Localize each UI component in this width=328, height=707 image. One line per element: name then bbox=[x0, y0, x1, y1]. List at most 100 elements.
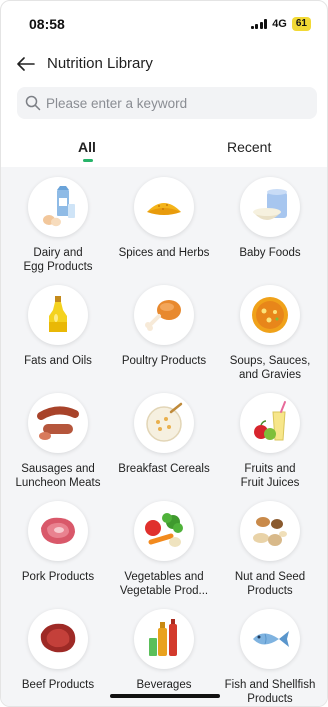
category-label: Fruits and Fruit Juices bbox=[218, 462, 322, 490]
category-icon-container bbox=[28, 285, 88, 345]
category-soups-sauces-gravies[interactable]: Soups, Sauces, and Gravies bbox=[217, 285, 323, 393]
category-label: Beef Products bbox=[6, 678, 110, 692]
category-grid: Dairy and Egg Products Spices and Herbs bbox=[5, 177, 323, 706]
category-icon-container bbox=[134, 609, 194, 669]
category-icon-container bbox=[240, 177, 300, 237]
category-icon-container bbox=[28, 393, 88, 453]
category-label: Spices and Herbs bbox=[112, 246, 216, 260]
oil-bottle-icon bbox=[49, 296, 67, 332]
category-list: Dairy and Egg Products Spices and Herbs bbox=[1, 167, 327, 706]
signal-icon bbox=[250, 19, 268, 29]
category-baby-foods[interactable]: Baby Foods bbox=[217, 177, 323, 285]
category-label-line-2: Fruit Juices bbox=[240, 477, 300, 489]
category-poultry-products[interactable]: Poultry Products bbox=[111, 285, 217, 393]
category-label-line-1: Fruits and bbox=[244, 463, 296, 475]
drumstick-icon bbox=[145, 300, 181, 331]
search-input[interactable] bbox=[46, 95, 296, 111]
arrow-left-icon bbox=[17, 57, 35, 71]
sausage-icon bbox=[37, 406, 79, 440]
header: Nutrition Library bbox=[1, 51, 327, 77]
category-label-line-2: Egg Products bbox=[23, 261, 93, 273]
status-time: 08:58 bbox=[29, 16, 65, 32]
category-label-line-2: Products bbox=[247, 585, 293, 597]
category-label-line-2: and Gravies bbox=[238, 369, 301, 381]
category-icon-container bbox=[28, 609, 88, 669]
category-sausages-luncheon-meats[interactable]: Sausages and Luncheon Meats bbox=[5, 393, 111, 501]
category-beef-products[interactable]: Beef Products bbox=[5, 609, 111, 706]
vegetables-icon bbox=[145, 513, 183, 547]
fruit-juice-icon bbox=[254, 401, 286, 441]
category-icon-container bbox=[134, 393, 194, 453]
phone-screen: 08:58 4G 61 Nutrition Library All Rec bbox=[0, 0, 328, 707]
soup-bowl-icon bbox=[252, 297, 288, 333]
category-label-line-1: Breakfast Cereals bbox=[118, 463, 210, 475]
category-beverages[interactable]: Beverages bbox=[111, 609, 217, 706]
category-label: Soups, Sauces, and Gravies bbox=[218, 354, 322, 382]
tab-bar: All Recent bbox=[1, 133, 327, 167]
category-icon-container bbox=[240, 501, 300, 561]
category-label: Fish and Shellfish Products bbox=[218, 678, 322, 706]
category-label-line-1: Soups, Sauces, bbox=[229, 355, 311, 367]
category-icon-container bbox=[28, 501, 88, 561]
tab-all[interactable]: All bbox=[78, 139, 96, 155]
category-label-line-1: Dairy and bbox=[33, 247, 83, 259]
status-indicators: 4G 61 bbox=[250, 17, 311, 31]
category-pork-products[interactable]: Pork Products bbox=[5, 501, 111, 609]
category-icon-container bbox=[134, 177, 194, 237]
category-label: Pork Products bbox=[6, 570, 110, 584]
category-icon-container bbox=[240, 609, 300, 669]
nuts-icon bbox=[253, 517, 287, 546]
category-label: Poultry Products bbox=[112, 354, 216, 368]
category-label-line-1: Fats and Oils bbox=[24, 355, 92, 367]
category-label: Vegetables and Vegetable Prod... bbox=[112, 570, 216, 598]
back-button[interactable] bbox=[15, 53, 37, 75]
search-bar[interactable] bbox=[17, 87, 317, 119]
category-icon-container bbox=[240, 285, 300, 345]
category-label-line-1: Nut and Seed bbox=[234, 571, 306, 583]
tab-recent[interactable]: Recent bbox=[227, 139, 271, 155]
category-label-line-1: Pork Products bbox=[21, 571, 95, 583]
status-bar: 08:58 4G 61 bbox=[1, 1, 327, 45]
category-label-line-1: Sausages and bbox=[21, 463, 95, 475]
category-label: Nut and Seed Products bbox=[218, 570, 322, 598]
category-breakfast-cereals[interactable]: Breakfast Cereals bbox=[111, 393, 217, 501]
category-vegetables[interactable]: Vegetables and Vegetable Prod... bbox=[111, 501, 217, 609]
spices-icon bbox=[147, 203, 181, 215]
category-nut-and-seed[interactable]: Nut and Seed Products bbox=[217, 501, 323, 609]
battery-icon: 61 bbox=[291, 17, 311, 31]
category-label: Baby Foods bbox=[218, 246, 322, 260]
category-fruits-and-juices[interactable]: Fruits and Fruit Juices bbox=[217, 393, 323, 501]
category-label-line-2: Luncheon Meats bbox=[15, 477, 101, 489]
category-icon-container bbox=[134, 501, 194, 561]
beverages-icon bbox=[149, 619, 177, 656]
category-fish-and-shellfish[interactable]: Fish and Shellfish Products bbox=[217, 609, 323, 706]
pork-icon bbox=[41, 517, 75, 544]
category-dairy-and-egg[interactable]: Dairy and Egg Products bbox=[5, 177, 111, 285]
category-label: Fats and Oils bbox=[6, 354, 110, 368]
category-label-line-1: Fish and Shellfish bbox=[224, 679, 316, 691]
category-label-line-1: Beverages bbox=[136, 679, 192, 691]
baby-food-icon bbox=[253, 189, 287, 220]
category-label-line-1: Beef Products bbox=[21, 679, 95, 691]
category-label: Dairy and Egg Products bbox=[6, 246, 110, 274]
network-label: 4G bbox=[272, 18, 287, 30]
category-label: Breakfast Cereals bbox=[112, 462, 216, 476]
category-fats-and-oils[interactable]: Fats and Oils bbox=[5, 285, 111, 393]
category-label-line-1: Baby Foods bbox=[239, 247, 301, 259]
home-indicator[interactable] bbox=[110, 694, 220, 698]
fish-icon bbox=[253, 631, 289, 647]
cereal-bowl-icon bbox=[146, 402, 183, 442]
search-icon bbox=[25, 95, 41, 111]
category-spices-and-herbs[interactable]: Spices and Herbs bbox=[111, 177, 217, 285]
category-label-line-2: Products bbox=[247, 693, 293, 705]
beef-icon bbox=[40, 623, 76, 653]
category-label: Beverages bbox=[112, 678, 216, 692]
category-label: Sausages and Luncheon Meats bbox=[6, 462, 110, 490]
category-icon-container bbox=[240, 393, 300, 453]
category-label-line-1: Poultry Products bbox=[121, 355, 207, 367]
milk-eggs-icon bbox=[43, 186, 75, 227]
tab-active-indicator bbox=[83, 159, 93, 162]
category-icon-container bbox=[28, 177, 88, 237]
category-icon-container bbox=[134, 285, 194, 345]
page-title: Nutrition Library bbox=[47, 55, 153, 72]
